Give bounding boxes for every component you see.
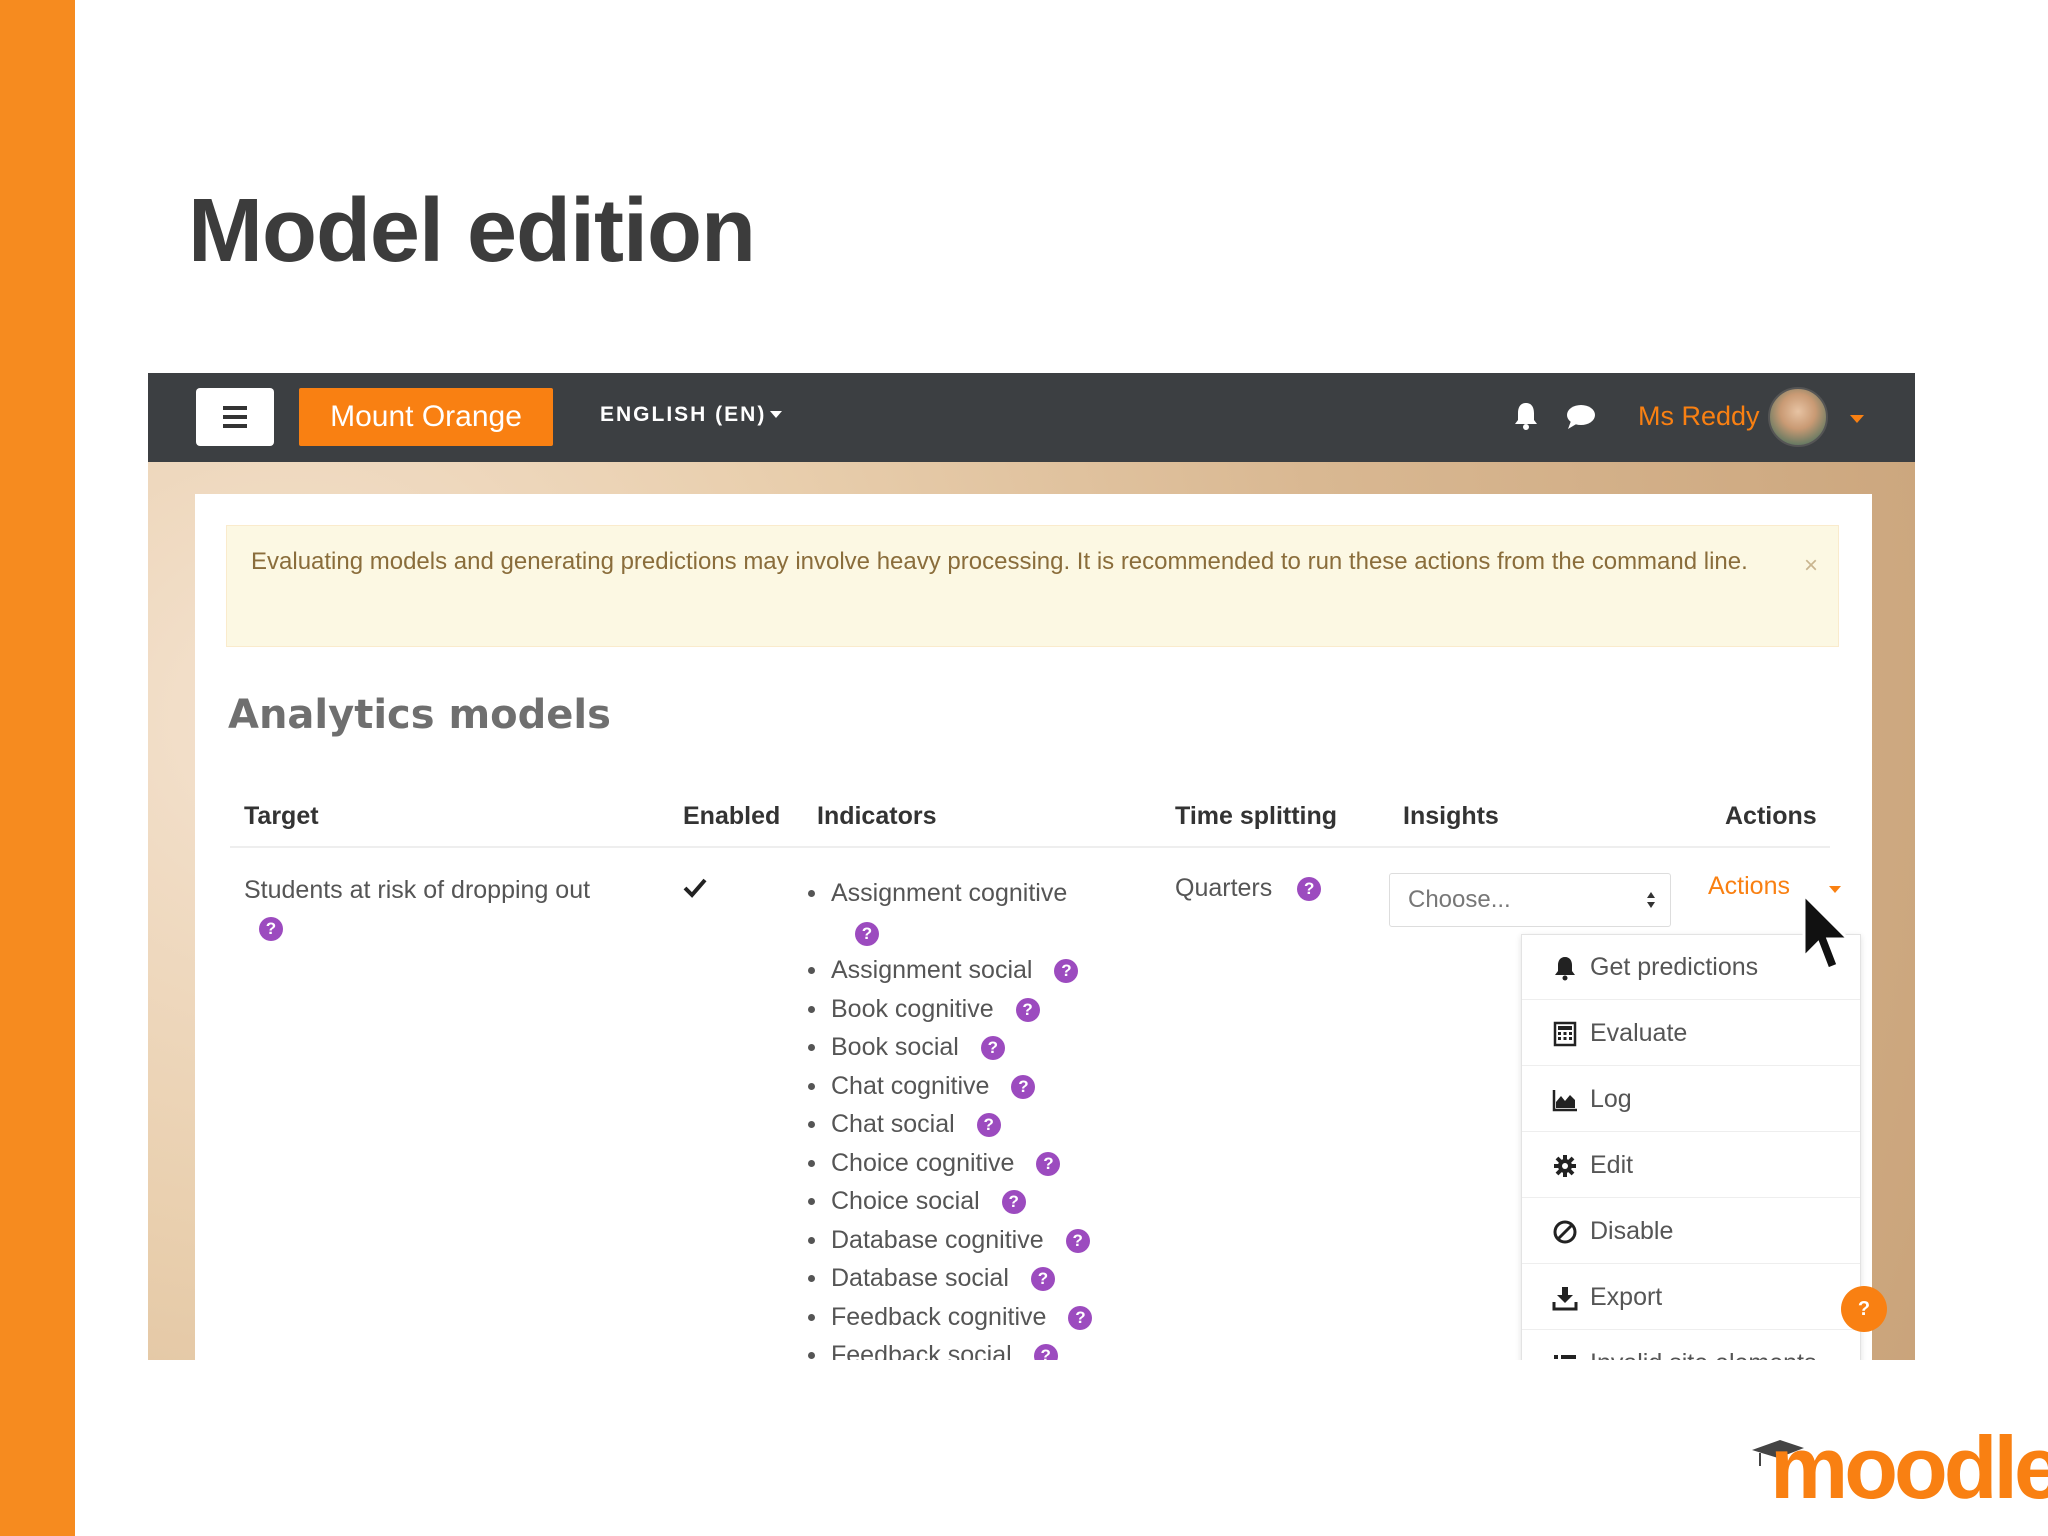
column-header-actions: Actions xyxy=(1725,802,1817,830)
column-header-indicators: Indicators xyxy=(817,802,937,830)
insights-select-value: Choose... xyxy=(1408,886,1511,913)
menu-item-export[interactable]: Export xyxy=(1522,1265,1860,1330)
user-name[interactable]: Ms Reddy xyxy=(1638,401,1760,432)
menu-toggle-button[interactable] xyxy=(196,388,274,446)
indicator-label: Feedback cognitive xyxy=(831,1302,1047,1331)
chat-icon[interactable] xyxy=(1565,403,1597,431)
help-icon[interactable]: ? xyxy=(1054,959,1079,984)
chevron-down-icon[interactable] xyxy=(1850,415,1864,423)
help-bubble-icon[interactable]: ? xyxy=(1841,1286,1887,1332)
list-item: Feedback social? xyxy=(805,1336,1092,1360)
help-icon[interactable]: ? xyxy=(976,1113,1001,1138)
help-icon[interactable]: ? xyxy=(1030,1267,1055,1292)
indicator-list: Assignment cognitive? Assignment social? B… xyxy=(805,874,1093,1360)
target-name: Students at risk of dropping out xyxy=(244,876,591,904)
mouse-cursor-icon xyxy=(1802,893,1852,971)
list-item: Book social? xyxy=(805,1028,1092,1067)
calculator-icon xyxy=(1553,1021,1577,1047)
help-icon[interactable]: ? xyxy=(1001,1190,1026,1215)
page-title: Analytics models xyxy=(228,692,611,738)
navbar: Mount Orange ENGLISH (EN) Ms Reddy xyxy=(148,373,1915,462)
warning-alert: Evaluating models and generating predict… xyxy=(226,525,1839,647)
indicator-label: Assignment cognitive xyxy=(831,879,1068,907)
download-icon xyxy=(1552,1287,1578,1311)
insights-select[interactable]: Choose... xyxy=(1389,873,1671,927)
indicator-label: Assignment social xyxy=(831,956,1033,984)
help-icon[interactable]: ? xyxy=(259,917,283,942)
list-item: Assignment cognitive? xyxy=(805,874,1092,951)
help-icon[interactable]: ? xyxy=(1015,997,1040,1022)
help-icon[interactable]: ? xyxy=(1068,1305,1093,1330)
column-header-insights: Insights xyxy=(1403,802,1499,830)
indicator-label: Book cognitive xyxy=(831,994,994,1023)
indicator-label: Book social xyxy=(831,1033,959,1061)
slide-title: Model edition xyxy=(188,181,756,281)
column-header-enabled: Enabled xyxy=(683,802,781,830)
accent-bar xyxy=(0,0,75,1536)
menu-item-log[interactable]: Log xyxy=(1522,1067,1860,1132)
indicator-label: Chat cognitive xyxy=(831,1071,990,1100)
indicator-label: Chat social xyxy=(831,1110,955,1138)
list-item: Book cognitive? xyxy=(805,990,1092,1029)
time-splitting-value: Quarters ? xyxy=(1175,874,1322,903)
list-item: Database social? xyxy=(805,1259,1092,1298)
avatar[interactable] xyxy=(1768,387,1828,447)
select-arrows-icon xyxy=(1647,892,1655,908)
help-icon[interactable]: ? xyxy=(1011,1074,1036,1099)
list-icon xyxy=(1554,1355,1576,1359)
menu-item-invalid-site-elements[interactable]: Invalid site elements xyxy=(1522,1331,1860,1360)
language-selector[interactable]: ENGLISH (EN) xyxy=(600,403,766,427)
list-item: Database cognitive? xyxy=(805,1221,1092,1260)
help-icon[interactable]: ? xyxy=(980,1036,1005,1061)
help-icon[interactable]: ? xyxy=(1065,1228,1090,1253)
help-icon[interactable]: ? xyxy=(855,922,879,946)
list-item: Assignment social? xyxy=(805,951,1092,990)
column-header-target: Target xyxy=(244,802,319,830)
actions-dropdown-toggle[interactable]: Actions xyxy=(1708,872,1790,901)
menu-item-edit[interactable]: Edit xyxy=(1522,1133,1860,1198)
actions-menu: Get predictions Evaluate Log Edit Disabl… xyxy=(1521,934,1861,1360)
bell-icon[interactable] xyxy=(1513,401,1539,431)
indicator-label: Database social xyxy=(831,1264,1009,1292)
menu-icon xyxy=(223,406,247,410)
screenshot: Mount Orange ENGLISH (EN) Ms Reddy Evalu… xyxy=(148,373,1915,1360)
indicator-label: Feedback social xyxy=(831,1341,1012,1360)
list-item: Chat cognitive? xyxy=(805,1067,1092,1106)
indicator-label: Choice social xyxy=(831,1187,980,1215)
list-item: Chat social? xyxy=(805,1105,1092,1144)
help-icon[interactable]: ? xyxy=(1036,1151,1061,1176)
menu-item-evaluate[interactable]: Evaluate xyxy=(1522,1001,1860,1066)
list-item: Choice social? xyxy=(805,1182,1092,1221)
help-icon[interactable]: ? xyxy=(1297,877,1322,902)
indicator-label: Choice cognitive xyxy=(831,1148,1015,1177)
menu-item-disable[interactable]: Disable xyxy=(1522,1199,1860,1264)
main-content: Evaluating models and generating predict… xyxy=(195,494,1872,1360)
list-item: Choice cognitive? xyxy=(805,1144,1092,1183)
moodle-logo: moodle xyxy=(1750,1424,2048,1512)
gear-icon xyxy=(1554,1155,1576,1177)
chevron-down-icon[interactable] xyxy=(1829,886,1841,893)
indicator-label: Database cognitive xyxy=(831,1225,1044,1254)
list-item: Feedback cognitive? xyxy=(805,1298,1093,1337)
site-brand[interactable]: Mount Orange xyxy=(299,388,553,446)
divider xyxy=(230,846,1830,848)
bell-icon xyxy=(1555,957,1575,981)
close-icon[interactable]: × xyxy=(1804,548,1818,583)
ban-icon xyxy=(1553,1220,1577,1244)
slide: Model edition Mount Orange ENGLISH (EN) … xyxy=(0,0,2048,1536)
column-header-time-splitting: Time splitting xyxy=(1175,802,1338,830)
check-icon xyxy=(683,878,707,898)
help-icon[interactable]: ? xyxy=(1033,1344,1058,1360)
chevron-down-icon xyxy=(770,411,782,418)
area-chart-icon xyxy=(1552,1090,1577,1112)
alert-message: Evaluating models and generating predict… xyxy=(251,548,1748,575)
